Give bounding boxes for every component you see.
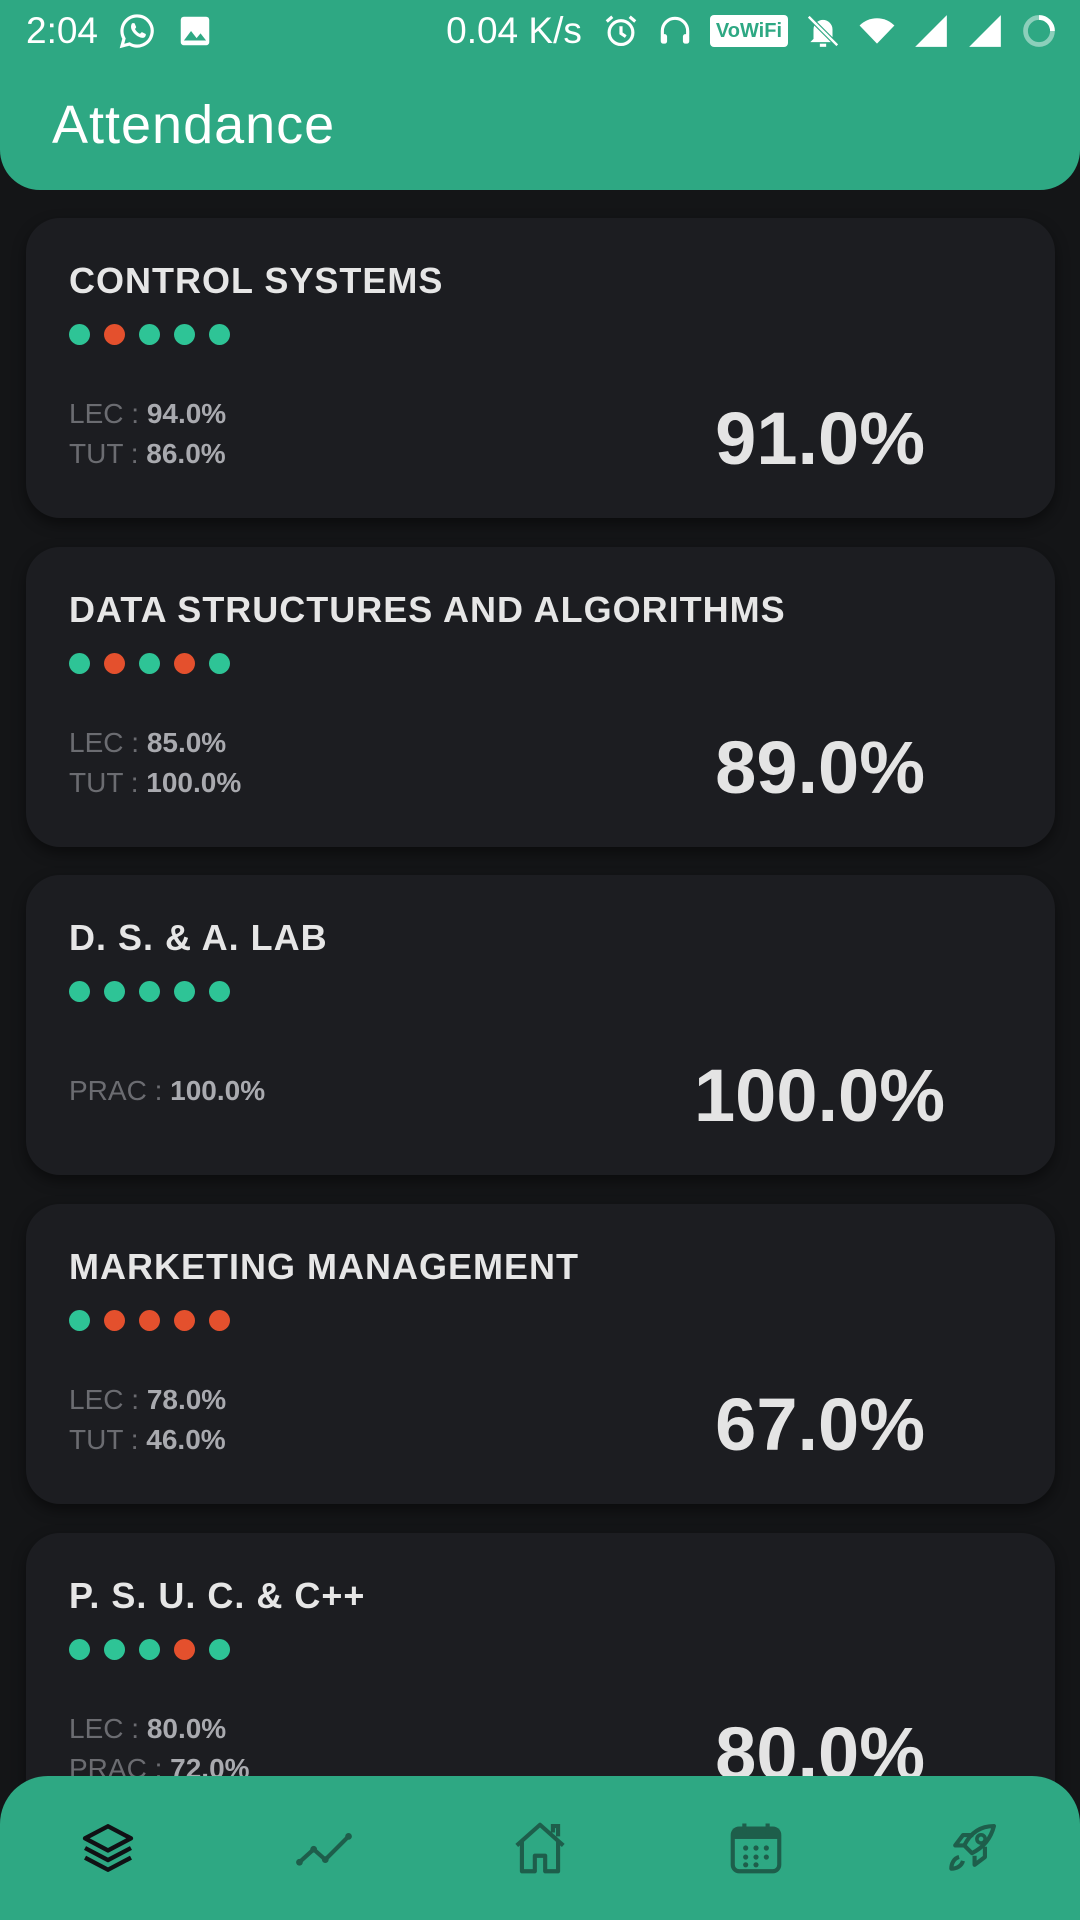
rocket-icon [949, 1823, 997, 1871]
present-dot [209, 324, 230, 345]
stat-row-tut: TUT : 46.0% [69, 1420, 226, 1460]
recent-attendance-dots [69, 1639, 230, 1660]
layers-icon [82, 1824, 134, 1872]
muted-bell-icon [807, 15, 839, 47]
stat-value: 94.0% [146, 398, 227, 429]
present-dot [209, 981, 230, 1002]
stat-label: TUT : [69, 438, 147, 469]
subject-title: CONTROL SYSTEMS [69, 260, 444, 301]
wifi-icon [859, 18, 895, 44]
present-dot [69, 324, 90, 345]
stat-label: LEC : [69, 1384, 147, 1415]
present-dot [209, 1639, 230, 1660]
nav-item-trends[interactable] [282, 1806, 366, 1890]
calendar-icon [730, 1823, 782, 1874]
page-title: Attendance [52, 95, 336, 155]
present-dot [139, 653, 160, 674]
present-dot [69, 653, 90, 674]
stat-row-lec: LEC : 85.0% [69, 723, 241, 763]
stat-value: 100.0% [146, 767, 242, 798]
stat-row-lec: LEC : 80.0% [69, 1709, 250, 1749]
stat-label: TUT : [69, 767, 147, 798]
subject-card[interactable]: MARKETING MANAGEMENT LEC : 78.0% TUT : 4… [26, 1204, 1055, 1504]
present-dot [69, 1310, 90, 1331]
nav-item-launch[interactable] [930, 1806, 1014, 1890]
alarm-icon [605, 15, 637, 47]
stat-row-prac: PRAC : 100.0% [69, 1071, 265, 1111]
stat-value: 86.0% [146, 438, 226, 469]
nav-item-home[interactable] [498, 1806, 582, 1890]
loading-icon [1023, 15, 1055, 47]
overall-percentage: 91.0% [715, 397, 925, 480]
absent-dot [104, 324, 125, 345]
bottom-navigation [0, 1776, 1080, 1920]
trend-line-icon [296, 1833, 352, 1866]
recent-attendance-dots [69, 653, 230, 674]
subject-title: P. S. U. C. & C++ [69, 1575, 366, 1616]
subject-stats: PRAC : 100.0% [69, 1071, 265, 1111]
nav-item-attendance[interactable] [66, 1806, 150, 1890]
attendance-screen: CONTROL SYSTEMS LEC : 94.0% TUT : 86.0% … [0, 0, 1080, 1920]
status-time: 2:04 [26, 10, 99, 51]
nav-item-timetable[interactable] [714, 1806, 798, 1890]
headset-icon [660, 16, 690, 44]
present-dot [139, 324, 160, 345]
present-dot [174, 981, 195, 1002]
absent-dot [104, 653, 125, 674]
overall-percentage: 89.0% [715, 726, 925, 809]
signal-icon [969, 15, 1001, 47]
stat-value: 46.0% [146, 1424, 226, 1455]
present-dot [139, 981, 160, 1002]
present-dot [104, 1639, 125, 1660]
subject-card[interactable]: DATA STRUCTURES AND ALGORITHMS LEC : 85.… [26, 547, 1055, 847]
stat-label: LEC : [69, 398, 147, 429]
absent-dot [174, 1310, 195, 1331]
home-icon [515, 1822, 565, 1874]
stat-label: LEC : [69, 1713, 147, 1744]
stat-value: 85.0% [146, 727, 227, 758]
subject-list[interactable]: CONTROL SYSTEMS LEC : 94.0% TUT : 86.0% … [0, 0, 1080, 1920]
recent-attendance-dots [69, 981, 230, 1002]
stat-label: LEC : [69, 727, 147, 758]
subject-title: DATA STRUCTURES AND ALGORITHMS [69, 589, 786, 630]
stat-row-lec: LEC : 78.0% [69, 1380, 226, 1420]
signal-icon [915, 15, 947, 47]
recent-attendance-dots [69, 324, 230, 345]
stat-row-tut: TUT : 100.0% [69, 763, 241, 803]
subject-stats: LEC : 94.0% TUT : 86.0% [69, 394, 226, 474]
present-dot [139, 1639, 160, 1660]
app-bar: 2:04 0.04 K/s VoWiFi Attendance [0, 0, 1080, 190]
present-dot [174, 324, 195, 345]
present-dot [69, 981, 90, 1002]
present-dot [209, 653, 230, 674]
present-dot [104, 981, 125, 1002]
subject-title: D. S. & A. LAB [69, 917, 328, 958]
absent-dot [174, 653, 195, 674]
stat-value: 100.0% [170, 1075, 266, 1106]
absent-dot [139, 1310, 160, 1331]
absent-dot [174, 1639, 195, 1660]
gallery-icon [180, 16, 210, 46]
subject-stats: LEC : 85.0% TUT : 100.0% [69, 723, 241, 803]
overall-percentage: 67.0% [715, 1383, 925, 1466]
overall-percentage: 100.0% [694, 1054, 945, 1137]
absent-dot [209, 1310, 230, 1331]
vowifi-badge: VoWiFi [709, 15, 788, 47]
subject-title: MARKETING MANAGEMENT [69, 1246, 579, 1287]
subject-stats: LEC : 78.0% TUT : 46.0% [69, 1380, 226, 1460]
network-speed: 0.04 K/s [446, 10, 582, 51]
status-bar: 2:04 0.04 K/s VoWiFi [0, 0, 1080, 64]
stat-row-tut: TUT : 86.0% [69, 434, 226, 474]
recent-attendance-dots [69, 1310, 230, 1331]
subject-card[interactable]: D. S. & A. LAB PRAC : 100.0% 100.0% [26, 875, 1055, 1175]
stat-label: TUT : [69, 1424, 147, 1455]
present-dot [69, 1639, 90, 1660]
stat-value: 78.0% [146, 1384, 227, 1415]
whatsapp-icon [119, 14, 154, 49]
stat-label: PRAC : [69, 1075, 171, 1106]
stat-row-lec: LEC : 94.0% [69, 394, 226, 434]
stat-value: 80.0% [146, 1713, 227, 1744]
absent-dot [104, 1310, 125, 1331]
subject-card[interactable]: CONTROL SYSTEMS LEC : 94.0% TUT : 86.0% … [26, 218, 1055, 518]
